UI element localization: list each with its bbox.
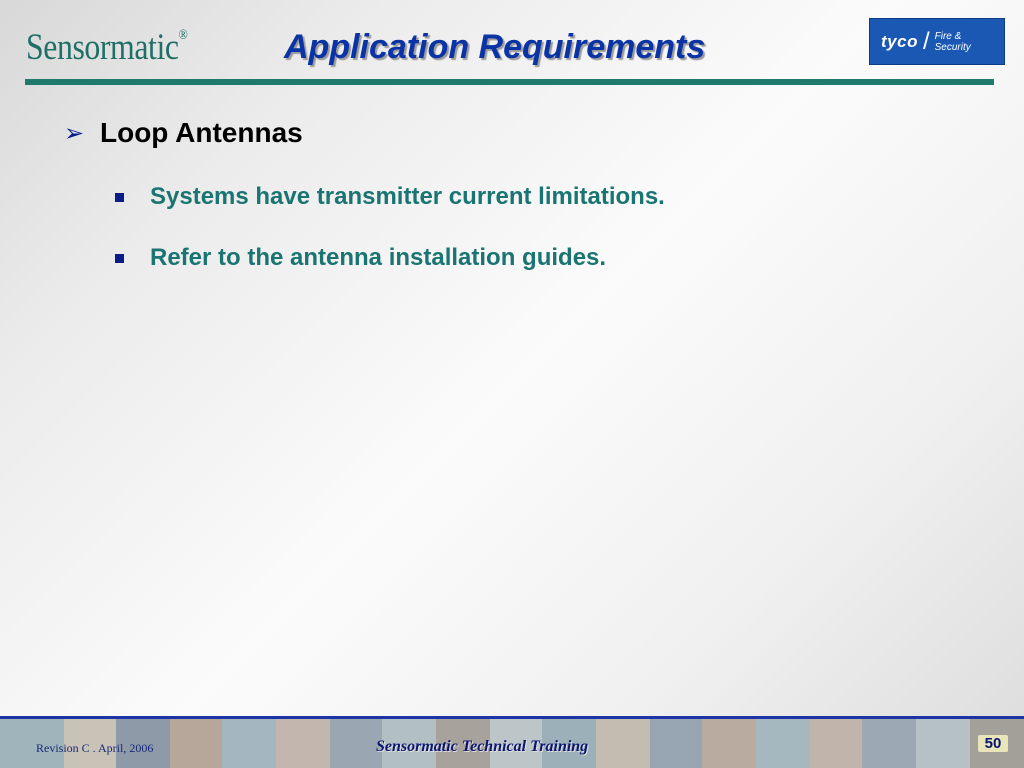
footer-collage-image — [170, 719, 222, 768]
title-divider — [25, 79, 994, 85]
slide-title: Application Requirements — [284, 28, 706, 66]
bullet-heading: Loop Antennas — [100, 117, 303, 148]
footer-collage-image — [650, 719, 702, 768]
footer-collage-image — [596, 719, 650, 768]
bullet-item: Refer to the antenna installation guides… — [115, 244, 606, 272]
footer-collage-image — [756, 719, 810, 768]
tyco-logo-text: tyco — [881, 31, 918, 51]
logo-divider: / — [922, 27, 930, 55]
footer-collage-image — [702, 719, 756, 768]
bullet-text: Refer to the antenna installation guides… — [150, 244, 607, 271]
footer-collage-image — [222, 719, 276, 768]
footer-collage-image — [330, 719, 382, 768]
footer-title: Sensormatic Technical Training — [376, 738, 589, 755]
footer-collage-image — [810, 719, 862, 768]
bullet-text: Systems have transmitter current limitat… — [150, 183, 665, 210]
arrow-bullet-icon: ➢ — [64, 119, 85, 147]
square-bullet-icon — [115, 253, 124, 263]
heading-bullet: ➢ Loop Antennas — [64, 117, 303, 149]
tyco-logo-subtitle: Fire & Security — [934, 30, 971, 53]
footer-collage-image — [862, 719, 916, 768]
footer-collage-image — [276, 719, 330, 768]
square-bullet-icon — [115, 192, 124, 202]
footer-collage-image — [916, 719, 970, 768]
sensormatic-logo-text: Sensormatic — [26, 27, 179, 68]
footer-bar: Revision C . April, 2006 Sensormatic Tec… — [0, 716, 1024, 768]
tyco-fire-security-logo: tyco / Fire & Security — [869, 18, 1005, 65]
page-number: 50 — [978, 735, 1008, 752]
registered-mark: ® — [178, 28, 188, 43]
revision-label: Revision C . April, 2006 — [36, 741, 154, 755]
bullet-item: Systems have transmitter current limitat… — [115, 183, 665, 211]
sensormatic-logo: Sensormatic® — [26, 26, 188, 69]
